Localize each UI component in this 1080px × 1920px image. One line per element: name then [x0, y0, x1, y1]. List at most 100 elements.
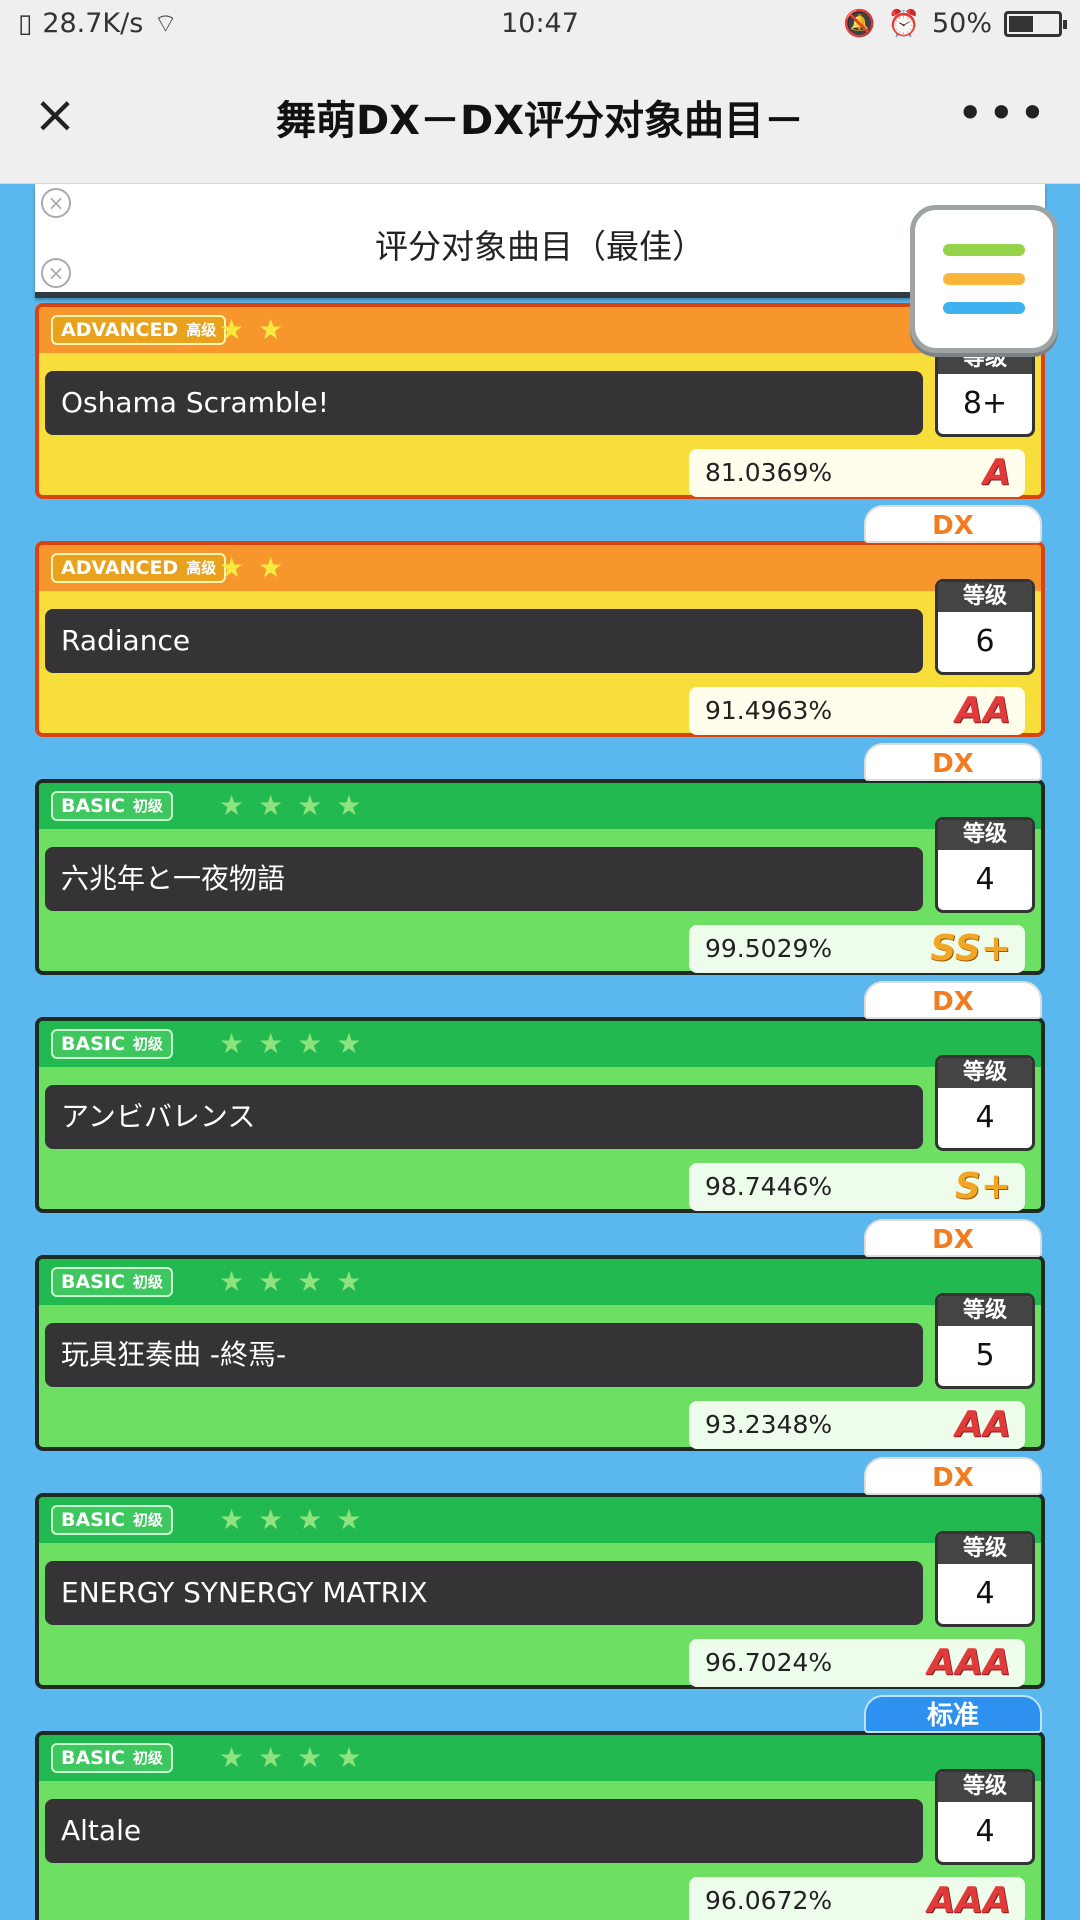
star-icon: ★: [219, 1741, 245, 1774]
song-title: Radiance: [45, 609, 923, 673]
chart-type-tab: 标准: [864, 1695, 1042, 1733]
mute-bell-icon: 🔕: [843, 8, 876, 39]
star-icon: ★: [219, 789, 245, 822]
level-label: 等级: [938, 1772, 1032, 1802]
star-icon: ★: [219, 1265, 245, 1298]
star-icon: ★: [219, 1503, 245, 1536]
menu-bar-icon: [943, 244, 1025, 256]
score-percent: 96.7024%: [705, 1648, 833, 1677]
star-rating: ★ ★ ★ ★: [219, 789, 361, 823]
page-title: 舞萌DX－DX评分对象曲目－: [275, 98, 805, 144]
battery-icon: [1004, 10, 1067, 37]
rank-badge: SS+: [930, 928, 1011, 969]
difficulty-label: BASIC: [61, 1271, 125, 1293]
score-box: 98.7446% S+: [689, 1163, 1025, 1211]
score-percent: 91.4963%: [705, 696, 833, 725]
difficulty-label-cn: 初级: [132, 1035, 163, 1053]
star-icon: ★: [297, 1265, 323, 1298]
star-rating: ★ ★ ★ ★: [219, 1503, 361, 1537]
song-title: Altale: [45, 1799, 923, 1863]
battery-percent: 50%: [931, 8, 992, 39]
difficulty-label-cn: 初级: [132, 1749, 163, 1767]
level-value: 8+: [962, 386, 1008, 421]
star-icon: ★: [258, 1027, 284, 1060]
score-box: 81.0369% A: [689, 449, 1025, 497]
difficulty-label-cn: 初级: [132, 1511, 163, 1529]
star-icon: ★: [219, 551, 245, 584]
star-icon: ★: [336, 1027, 362, 1060]
section-header: × × 评分对象曲目（最佳）: [35, 184, 1045, 298]
difficulty-band: [39, 1021, 1041, 1067]
song-title: アンビバレンス: [45, 1085, 923, 1149]
song-card[interactable]: BASIC 初级 ★ ★ ★ ★ 六兆年と一夜物語 等级 4 99.5029% SS+: [35, 779, 1045, 975]
star-icon: ★: [219, 313, 245, 346]
rank-badge: A: [983, 452, 1011, 493]
score-box: 93.2348% AA: [689, 1401, 1025, 1449]
more-options-icon[interactable]: •••: [957, 86, 1050, 140]
star-icon: ★: [336, 1265, 362, 1298]
score-percent: 99.5029%: [705, 934, 833, 963]
difficulty-badge: BASIC 初级: [51, 1505, 173, 1535]
level-value: 4: [975, 1100, 995, 1135]
song-title: 六兆年と一夜物語: [45, 847, 923, 911]
score-percent: 93.2348%: [705, 1410, 833, 1439]
song-card[interactable]: BASIC 初级 ★ ★ ★ ★ 玩具狂奏曲 -終焉- 等级 5 93.2348% AA: [35, 1255, 1045, 1451]
star-rating: ★ ★ ★ ★: [219, 1027, 361, 1061]
difficulty-label-cn: 初级: [132, 797, 163, 815]
level-label: 等级: [938, 582, 1032, 612]
star-icon: ★: [219, 1027, 245, 1060]
song-title: Oshama Scramble!: [45, 371, 923, 435]
level-box: 等级 8+: [935, 341, 1035, 437]
difficulty-band: [39, 1259, 1041, 1305]
star-icon: ★: [258, 1741, 284, 1774]
song-title: ENERGY SYNERGY MATRIX: [45, 1561, 923, 1625]
close-icon[interactable]: ×: [30, 89, 80, 141]
song-card[interactable]: BASIC 初级 ★ ★ ★ ★ アンビバレンス 等级 4 98.7446% S+: [35, 1017, 1045, 1213]
song-card[interactable]: BASIC 初级 ★ ★ ★ ★ ENERGY SYNERGY MATRIX 等级 4 96.70…: [35, 1493, 1045, 1689]
level-label: 等级: [938, 820, 1032, 850]
star-icon: ★: [258, 313, 284, 346]
level-value: 4: [975, 1576, 995, 1611]
song-card[interactable]: BASIC 初级 ★ ★ ★ ★ Altale 等级 4 96.0672% AAA: [35, 1731, 1045, 1920]
difficulty-label-cn: 高级: [186, 559, 217, 577]
alarm-icon: ⏰: [887, 8, 920, 39]
difficulty-badge: BASIC 初级: [51, 1743, 173, 1773]
rank-badge: AAA: [927, 1642, 1011, 1683]
section-title: 评分对象曲目（最佳）: [375, 227, 705, 266]
chart-type-tab: DX: [864, 981, 1042, 1019]
difficulty-label: BASIC: [61, 1509, 125, 1531]
rank-badge: AAA: [927, 1880, 1011, 1920]
song-card[interactable]: ADVANCED 高级 ★ ★ Oshama Scramble! 等级 8+ 81.0369%…: [35, 303, 1045, 499]
star-rating: ★ ★ ★ ★: [219, 1265, 361, 1299]
rank-badge: S+: [954, 1166, 1011, 1207]
menu-button[interactable]: [910, 205, 1058, 353]
nav-bar: × 舞萌DX－DX评分对象曲目－ •••: [0, 50, 1080, 184]
rank-badge: AA: [955, 690, 1011, 731]
song-card[interactable]: ADVANCED 高级 ★ ★ Radiance 等级 6 91.4963% AA: [35, 541, 1045, 737]
score-percent: 98.7446%: [705, 1172, 833, 1201]
level-value: 6: [975, 624, 995, 659]
star-icon: ★: [297, 1741, 323, 1774]
star-rating: ★ ★: [219, 551, 283, 585]
star-icon: ★: [258, 789, 284, 822]
close-circle-icon: ×: [41, 188, 71, 218]
song-title: 玩具狂奏曲 -終焉-: [45, 1323, 923, 1387]
chart-type-tab: DX: [864, 1457, 1042, 1495]
difficulty-label: BASIC: [61, 1747, 125, 1769]
score-percent: 81.0369%: [705, 458, 833, 487]
chart-type-tab: DX: [864, 1219, 1042, 1257]
level-box: 等级 5: [935, 1293, 1035, 1389]
level-label: 等级: [938, 1296, 1032, 1326]
star-icon: ★: [258, 1503, 284, 1536]
menu-bar-icon: [943, 273, 1025, 285]
star-icon: ★: [336, 789, 362, 822]
level-value: 5: [975, 1338, 995, 1373]
menu-bar-icon: [943, 302, 1025, 314]
difficulty-label: ADVANCED: [61, 319, 179, 341]
score-box: 96.7024% AAA: [689, 1639, 1025, 1687]
difficulty-label-cn: 高级: [186, 321, 217, 339]
difficulty-band: [39, 1497, 1041, 1543]
star-icon: ★: [297, 1503, 323, 1536]
star-icon: ★: [336, 1503, 362, 1536]
difficulty-badge: ADVANCED 高级: [51, 315, 227, 345]
